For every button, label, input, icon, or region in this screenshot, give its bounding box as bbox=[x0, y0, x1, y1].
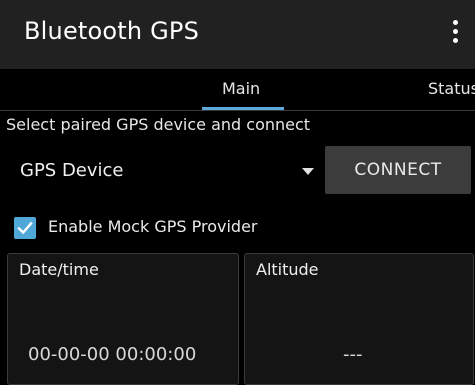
dropdown-caret-icon[interactable] bbox=[302, 168, 314, 175]
device-row: GPS Device CONNECT bbox=[0, 146, 475, 198]
mock-provider-checkbox[interactable] bbox=[14, 217, 36, 239]
app-title: Bluetooth GPS bbox=[24, 17, 200, 45]
tab-main[interactable]: Main bbox=[222, 79, 260, 98]
connect-button[interactable]: CONNECT bbox=[325, 146, 471, 194]
tab-status[interactable]: Status bbox=[428, 79, 475, 98]
app-bar: Bluetooth GPS bbox=[0, 0, 475, 69]
gps-device-select[interactable]: GPS Device bbox=[20, 160, 124, 181]
altitude-card: Altitude --- bbox=[244, 253, 474, 385]
datetime-value: 00-00-00 00:00:00 bbox=[28, 344, 197, 365]
datetime-card: Date/time 00-00-00 00:00:00 bbox=[7, 253, 239, 385]
instructions-text: Select paired GPS device and connect bbox=[6, 115, 311, 134]
datetime-label: Date/time bbox=[19, 260, 99, 279]
tab-bar: Main Status bbox=[0, 69, 475, 111]
altitude-label: Altitude bbox=[256, 260, 319, 279]
check-icon bbox=[17, 221, 33, 235]
altitude-value: --- bbox=[343, 344, 363, 365]
tab-divider bbox=[0, 110, 475, 111]
mock-provider-label: Enable Mock GPS Provider bbox=[48, 217, 258, 236]
more-vert-icon[interactable] bbox=[449, 20, 461, 48]
